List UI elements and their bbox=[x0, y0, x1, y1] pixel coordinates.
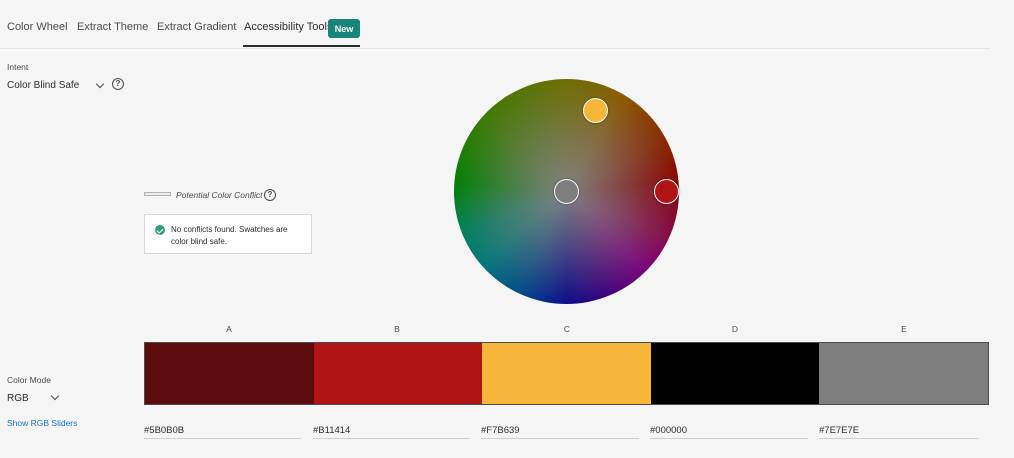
swatch-d[interactable] bbox=[651, 343, 819, 404]
hex-field-b[interactable]: #B11414 bbox=[313, 422, 470, 439]
wheel-handle-e[interactable] bbox=[554, 179, 579, 204]
show-rgb-sliders-link[interactable]: Show RGB Sliders bbox=[7, 418, 77, 428]
chevron-down-icon[interactable] bbox=[50, 391, 60, 401]
hex-field-a[interactable]: #5B0B0B bbox=[144, 422, 301, 439]
swatch-label-b: B bbox=[394, 324, 400, 334]
hex-value: #B11414 bbox=[313, 425, 351, 436]
help-icon[interactable]: ? bbox=[112, 78, 124, 90]
swatch-label-a: A bbox=[226, 324, 232, 334]
tab-extract-theme[interactable]: Extract Theme bbox=[77, 21, 148, 33]
help-icon[interactable]: ? bbox=[264, 189, 276, 201]
swatch-label-d: D bbox=[731, 324, 739, 334]
swatch-label-c: C bbox=[563, 324, 571, 334]
wheel-handle-c[interactable] bbox=[583, 98, 608, 123]
hex-value: #000000 bbox=[650, 425, 687, 436]
active-tab-indicator bbox=[243, 45, 360, 47]
swatch-b[interactable] bbox=[314, 343, 482, 404]
tab-accessibility-tools[interactable]: Accessibility Tools bbox=[244, 21, 332, 33]
tab-color-wheel[interactable]: Color Wheel bbox=[7, 21, 68, 33]
conflict-legend-swatch bbox=[144, 192, 171, 196]
hex-field-d[interactable]: #000000 bbox=[650, 422, 808, 439]
conflict-status-box: No conflicts found. Swatches are color b… bbox=[144, 214, 312, 254]
conflict-status-message: No conflicts found. Swatches are color b… bbox=[171, 225, 288, 246]
swatch-strip bbox=[144, 342, 989, 405]
swatch-c[interactable] bbox=[482, 343, 651, 404]
intent-dropdown[interactable]: Color Blind Safe bbox=[7, 80, 79, 91]
tab-bar: Color Wheel Extract Theme Extract Gradie… bbox=[0, 0, 990, 49]
hex-field-e[interactable]: #7E7E7E bbox=[819, 422, 978, 439]
chevron-down-icon[interactable] bbox=[95, 79, 105, 89]
intent-label: Intent bbox=[7, 62, 29, 72]
swatch-e[interactable] bbox=[819, 343, 988, 404]
hex-field-c[interactable]: #F7B639 bbox=[481, 422, 639, 439]
hex-value: #5B0B0B bbox=[144, 425, 185, 436]
check-circle-icon bbox=[155, 225, 165, 235]
new-badge: New bbox=[328, 19, 360, 38]
swatch-label-e: E bbox=[901, 324, 907, 334]
hex-value: #7E7E7E bbox=[819, 425, 860, 436]
wheel-handle-b[interactable] bbox=[654, 179, 679, 204]
color-mode-label: Color Mode bbox=[7, 375, 51, 385]
color-mode-dropdown[interactable]: RGB bbox=[7, 393, 29, 404]
tab-extract-gradient[interactable]: Extract Gradient bbox=[157, 21, 236, 33]
conflict-legend-label: Potential Color Conflict bbox=[176, 190, 263, 200]
hex-value: #F7B639 bbox=[481, 425, 520, 436]
swatch-a[interactable] bbox=[145, 343, 314, 404]
